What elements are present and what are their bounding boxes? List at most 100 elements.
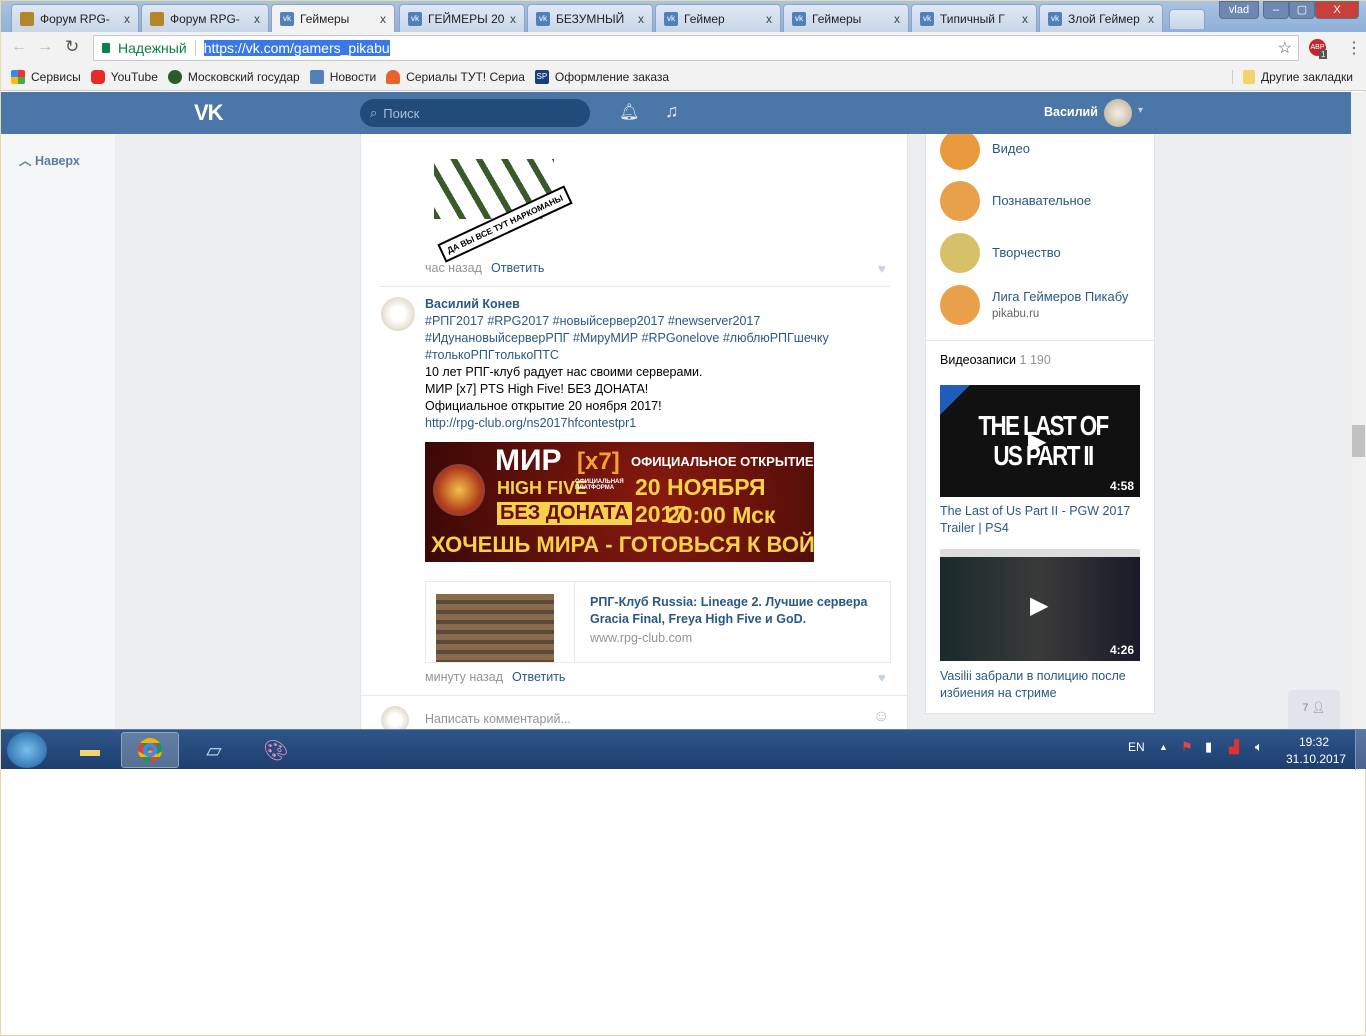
notifications-bell-icon[interactable]: 🔔︎	[619, 102, 639, 122]
friends-online-button[interactable]: 7 👤︎	[1288, 690, 1340, 729]
snippet-title[interactable]: РПГ-Клуб Russia: Lineage 2. Лучшие серве…	[590, 594, 875, 628]
close-tab-icon[interactable]: x	[254, 12, 260, 26]
group-avatar[interactable]	[940, 181, 980, 221]
start-button[interactable]	[7, 732, 47, 768]
close-tab-icon[interactable]: x	[894, 12, 900, 26]
action-center-flag-icon[interactable]: ⚑	[1181, 739, 1193, 755]
network-icon[interactable]: ▟	[1229, 739, 1239, 755]
tray-expand-icon[interactable]: ▲	[1159, 742, 1168, 752]
comment-author[interactable]: Василий Конев	[425, 296, 895, 313]
scrollbar[interactable]	[1351, 92, 1366, 729]
hashtags[interactable]: #РПГ2017 #RPG2017 #новыйсервер2017 #news…	[425, 313, 895, 330]
tab-gamers-20[interactable]: vk ГЕЙМЕРЫ 20 x	[399, 4, 525, 32]
close-tab-icon[interactable]: x	[380, 12, 386, 26]
tab-gamer[interactable]: vk Геймер x	[655, 4, 781, 32]
bookmark-serials[interactable]: Сериалы ТУТ! Сериа	[386, 70, 525, 84]
group-avatar[interactable]	[940, 233, 980, 273]
other-bookmarks[interactable]: Другие закладки	[1232, 70, 1353, 84]
play-icon[interactable]: ▶	[1030, 591, 1048, 620]
clock-date[interactable]: 31.10.2017	[1286, 752, 1346, 766]
notes-taskbar-icon[interactable]: ▱	[185, 732, 243, 768]
bookmark-moscow[interactable]: Московский государ	[167, 70, 300, 84]
group-avatar[interactable]	[940, 134, 980, 170]
profile-button[interactable]: vlad	[1219, 1, 1259, 19]
chevron-down-icon[interactable]: ▾	[1138, 105, 1143, 116]
language-indicator[interactable]: EN	[1128, 740, 1145, 754]
minimize-button[interactable]: –	[1263, 1, 1289, 19]
comment-link[interactable]: http://rpg-club.org/ns2017hfcontestpr1	[425, 415, 895, 432]
video-thumbnail[interactable]: ▶ 4:26	[940, 549, 1140, 661]
close-tab-icon[interactable]: x	[1022, 12, 1028, 26]
hashtags[interactable]: #ИдунановыйсерверРПГ #МируМИР #RPGonelov…	[425, 330, 895, 347]
group-link-gamers-league[interactable]: Лига Геймеров Пикабу	[992, 289, 1128, 304]
reload-icon[interactable]: ↻	[65, 37, 79, 57]
bookmark-order[interactable]: SP Оформление заказа	[534, 70, 669, 84]
comment-body: Василий Конев #РПГ2017 #RPG2017 #новыйсе…	[425, 296, 895, 432]
music-icon[interactable]: ♫	[665, 101, 679, 122]
comment-time[interactable]: час назад	[425, 261, 482, 275]
close-window-button[interactable]: X	[1315, 1, 1359, 19]
tab-forum-rpg-1[interactable]: Форум RPG-x	[11, 4, 139, 32]
menu-icon[interactable]: ⋮	[1346, 38, 1362, 58]
close-tab-icon[interactable]: x	[766, 12, 772, 26]
tab-forum-rpg-2[interactable]: Форум RPG-x	[141, 4, 269, 32]
vk-logo-icon[interactable]: VK	[194, 100, 224, 126]
avatar[interactable]	[1104, 99, 1132, 127]
reply-link[interactable]: Ответить	[491, 261, 544, 275]
back-to-top-area[interactable]: ︿ Наверх	[1, 134, 115, 729]
maximize-button[interactable]: ▢	[1289, 1, 1315, 19]
url-text[interactable]: https://vk.com/gamers_pikabu	[203, 40, 390, 56]
commenter-avatar[interactable]	[381, 297, 415, 331]
bookmark-news[interactable]: Новости	[309, 70, 376, 84]
play-icon[interactable]: ▶	[1028, 427, 1046, 456]
power-icon[interactable]: ▮	[1205, 739, 1212, 755]
close-tab-icon[interactable]: x	[1148, 12, 1154, 26]
video-title[interactable]: The Last of Us Part II - PGW 2017 Traile…	[940, 503, 1145, 537]
tab-gamers-active[interactable]: vk Геймеры x	[271, 4, 395, 32]
right-column: Видео Познавательное Творчество Лига Гей…	[925, 134, 1155, 714]
group-avatar[interactable]	[940, 285, 980, 325]
tab-angry-gamer[interactable]: vk Злой Геймер x	[1039, 4, 1163, 32]
address-bar[interactable]: Надежный https://vk.com/gamers_pikabu ☆	[93, 35, 1299, 61]
paint-taskbar-icon[interactable]: 🎨︎	[247, 732, 305, 768]
search-input[interactable]: ⌕ Поиск	[360, 99, 590, 127]
promo-banner[interactable]: МИР [x7] HIGH FIVE ОФИЦИАЛЬНАЯ ПЛАТФОРМА…	[425, 442, 814, 562]
show-desktop-button[interactable]	[1355, 730, 1366, 770]
new-tab-button[interactable]	[1169, 9, 1205, 29]
like-heart-icon[interactable]: ♥	[878, 261, 886, 276]
scrollbar-thumb[interactable]	[1352, 425, 1365, 457]
bookmark-apps[interactable]: Сервисы	[11, 70, 81, 84]
comment-input[interactable]: Написать комментарий...	[425, 712, 571, 726]
comment-time[interactable]: минуту назад	[425, 670, 503, 684]
back-icon[interactable]: ←	[11, 38, 27, 56]
clock-time[interactable]: 19:32	[1299, 735, 1329, 749]
explorer-taskbar-icon[interactable]: ▬	[61, 732, 119, 768]
playstation-badge-icon	[940, 385, 970, 415]
back-to-top[interactable]: ︿ Наверх	[19, 150, 80, 169]
user-name[interactable]: Василий	[1044, 105, 1098, 119]
chrome-taskbar-icon[interactable]	[121, 732, 179, 768]
video-thumbnail[interactable]: THE LAST OF US PART II ▶ 4:58	[940, 385, 1140, 497]
tab-gamers-2[interactable]: vk Геймеры x	[783, 4, 909, 32]
lock-icon	[102, 43, 110, 53]
like-heart-icon[interactable]: ♥	[878, 670, 886, 685]
close-tab-icon[interactable]: x	[638, 12, 644, 26]
close-tab-icon[interactable]: x	[124, 12, 130, 26]
bookmark-youtube[interactable]: YouTube	[90, 70, 158, 84]
bookmark-star-icon[interactable]: ☆	[1278, 38, 1292, 58]
emoji-icon[interactable]: ☺	[873, 708, 889, 726]
group-link-video[interactable]: Видео	[992, 141, 1030, 156]
tab-crazy[interactable]: vk БЕЗУМНЫЙ x	[527, 4, 653, 32]
volume-icon[interactable]: 🔈︎	[1255, 739, 1263, 755]
group-link-educational[interactable]: Познавательное	[992, 193, 1091, 208]
videos-header[interactable]: Видеозаписи 1 190	[940, 353, 1051, 367]
video-title[interactable]: Vasilii забрали в полицию после избиения…	[940, 668, 1145, 702]
hashtags[interactable]: #толькоРПГтолькоПТС	[425, 347, 895, 364]
close-tab-icon[interactable]: x	[510, 12, 516, 26]
tab-typical[interactable]: vk Типичный Гx	[911, 4, 1037, 32]
link-snippet[interactable]: РПГ-Клуб Russia: Lineage 2. Лучшие серве…	[425, 581, 891, 663]
taskbar: ▬ ▱ 🎨︎ EN ▲ ⚑ ▮ ▟ 🔈︎ 19:32 31.10.2017	[1, 729, 1366, 770]
group-link-creativity[interactable]: Творчество	[992, 245, 1061, 260]
forward-icon[interactable]: →	[37, 38, 53, 56]
reply-link[interactable]: Ответить	[512, 670, 565, 684]
